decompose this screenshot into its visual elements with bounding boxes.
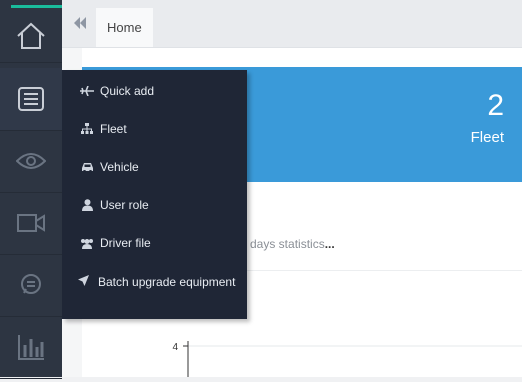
user-icon (80, 198, 94, 212)
rail-item-video[interactable] (0, 192, 62, 255)
rail-item-view[interactable] (0, 130, 62, 193)
statistics-ellipsis[interactable]: ... (325, 237, 335, 251)
rail-item-list[interactable] (0, 68, 62, 131)
send-icon (78, 273, 92, 291)
menu-item-label: Batch upgrade equipment (98, 275, 236, 289)
collapse-sidebar-button[interactable] (72, 17, 88, 33)
rail-accent-bar (11, 5, 62, 8)
icon-rail (0, 0, 62, 379)
video-icon (17, 213, 45, 233)
menu-item-label: Quick add (100, 84, 155, 98)
rail-item-chat[interactable] (0, 254, 62, 317)
chat-icon (19, 273, 43, 297)
list-icon (18, 87, 44, 111)
menu-item-label: Vehicle (100, 160, 139, 174)
stat-label: Fleet (470, 129, 504, 146)
car-icon (80, 160, 94, 174)
users-icon (80, 236, 94, 250)
home-icon (16, 22, 46, 50)
chart-y-tick-label: 4 (172, 342, 178, 353)
eye-icon (16, 152, 46, 170)
stat-value: 2 (487, 89, 504, 122)
tab-bar: Home (62, 0, 522, 48)
tab-label: Home (107, 20, 142, 35)
menu-item-label: Driver file (100, 236, 151, 250)
double-chevron-left-icon (73, 16, 87, 34)
menu-item-label: User role (100, 198, 149, 212)
sitemap-icon (80, 122, 94, 136)
statistics-title: days statistics... (250, 237, 335, 251)
statistics-title-text: days statistics (250, 237, 325, 251)
menu-item-label: Fleet (100, 122, 127, 136)
tab-home[interactable]: Home (96, 8, 153, 47)
rail-item-home[interactable] (0, 10, 62, 63)
bar-chart-icon (17, 333, 45, 361)
plane-icon (80, 84, 94, 98)
rail-item-reports[interactable] (0, 316, 62, 379)
quick-menu: Quick add Fleet Vehicle User role Driver… (62, 70, 247, 319)
